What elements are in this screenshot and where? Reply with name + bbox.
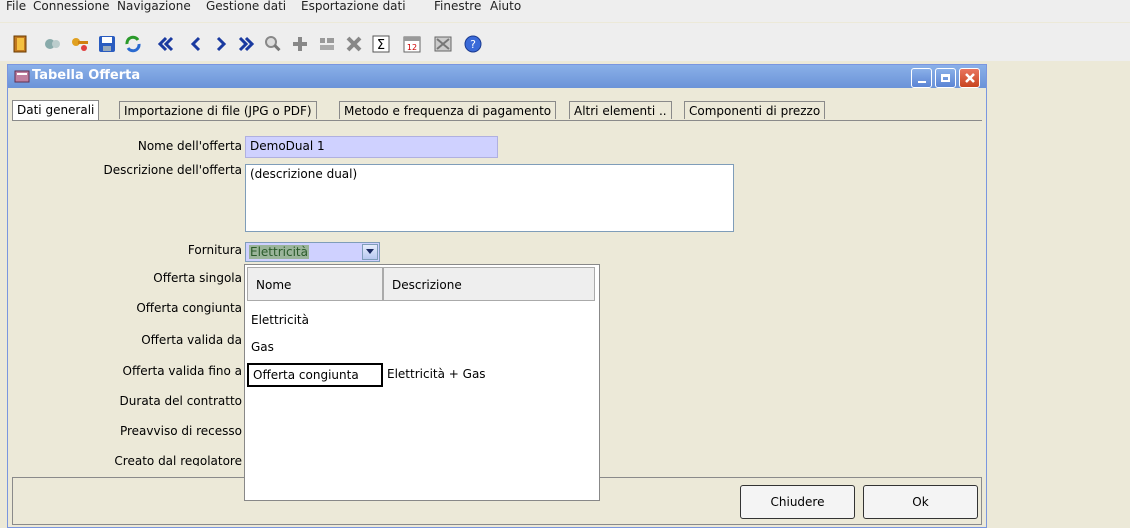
tab-dati-generali[interactable]: Dati generali [12, 100, 100, 120]
help-icon[interactable]: ? [462, 33, 484, 55]
durata-contratto-label: Durata del contratto [119, 394, 242, 408]
tab-metodo-pagamento[interactable]: Metodo e frequenza di pagamento [339, 101, 557, 119]
menu-navigazione[interactable]: Navigazione [117, 0, 191, 14]
next-record-icon[interactable] [210, 33, 232, 55]
tab-importazione-file[interactable]: Importazione di file (JPG o PDF) [119, 101, 317, 119]
tab-componenti-prezzo[interactable]: Componenti di prezzo [684, 101, 826, 119]
column-header-nome[interactable]: Nome [247, 267, 383, 301]
menu-aiuto[interactable]: Aiuto [490, 0, 521, 14]
export-icon[interactable] [432, 33, 454, 55]
svg-text:12: 12 [407, 43, 417, 52]
edit-icon[interactable] [316, 33, 338, 55]
minimize-button[interactable] [911, 68, 932, 88]
menu-finestre[interactable]: Finestre [434, 0, 481, 14]
offerta-congiunta-label: Offerta congiunta [136, 301, 242, 315]
nome-offerta-field[interactable]: DemoDual 1 [245, 136, 498, 158]
last-record-icon[interactable] [235, 33, 257, 55]
window-titlebar[interactable]: Tabella Offerta [8, 65, 986, 88]
chevron-down-icon[interactable] [362, 244, 378, 260]
dropdown-row-nome-selected[interactable]: Offerta congiunta [247, 363, 383, 387]
previous-record-icon[interactable] [185, 33, 207, 55]
maximize-button[interactable] [935, 68, 956, 88]
menu-bar: File Connessione Navigazione Gestione da… [0, 0, 1130, 22]
close-window-button[interactable] [959, 68, 980, 88]
save-icon[interactable] [96, 33, 118, 55]
ok-button[interactable]: Ok [863, 485, 978, 519]
fornitura-select[interactable]: Elettricità [245, 242, 380, 262]
menu-connessione[interactable]: Connessione [33, 0, 109, 14]
connect-icon[interactable] [42, 33, 64, 55]
chiudere-button[interactable]: Chiudere [740, 485, 855, 519]
column-header-descrizione[interactable]: Descrizione [383, 267, 595, 301]
menu-gestione-dati[interactable]: Gestione dati [206, 0, 286, 14]
dropdown-row-nome[interactable]: Elettricità [251, 313, 309, 327]
window-title: Tabella Offerta [32, 68, 141, 83]
search-icon[interactable] [262, 33, 284, 55]
key-icon[interactable] [69, 33, 91, 55]
offerta-singola-label: Offerta singola [153, 271, 242, 285]
descrizione-offerta-label: Descrizione dell'offerta [103, 163, 242, 177]
refresh-icon[interactable] [122, 33, 144, 55]
dropdown-row-descrizione[interactable]: Elettricità + Gas [387, 367, 486, 381]
dropdown-row-nome[interactable]: Gas [251, 340, 274, 354]
delete-icon[interactable] [343, 33, 365, 55]
table-icon [14, 70, 30, 83]
menu-file[interactable]: File [6, 0, 26, 14]
svg-text:Σ: Σ [377, 38, 385, 53]
offerta-valida-fino-label: Offerta valida fino a [122, 364, 242, 378]
descrizione-offerta-field[interactable]: (descrizione dual) [245, 164, 734, 232]
add-icon[interactable] [289, 33, 311, 55]
fornitura-label: Fornitura [187, 243, 242, 257]
toolbar: Σ 12 ? [0, 23, 1130, 61]
svg-text:?: ? [470, 38, 476, 51]
offerta-valida-da-label: Offerta valida da [141, 333, 242, 347]
menu-esportazione-dati[interactable]: Esportazione dati [301, 0, 406, 14]
exit-icon[interactable] [10, 33, 32, 55]
sum-icon[interactable]: Σ [370, 33, 392, 55]
creato-regolatore-label: Creato dal regolatore [114, 454, 242, 466]
first-record-icon[interactable] [155, 33, 177, 55]
tab-altri-elementi[interactable]: Altri elementi .. [569, 101, 672, 119]
fornitura-selected-value: Elettricità [249, 245, 309, 259]
calendar-icon[interactable]: 12 [401, 33, 423, 55]
nome-offerta-label: Nome dell'offerta [137, 139, 242, 153]
preavviso-recesso-label: Preavviso di recesso [119, 424, 242, 438]
fornitura-dropdown-list: Nome Descrizione Elettricità Gas Offerta… [244, 264, 600, 501]
